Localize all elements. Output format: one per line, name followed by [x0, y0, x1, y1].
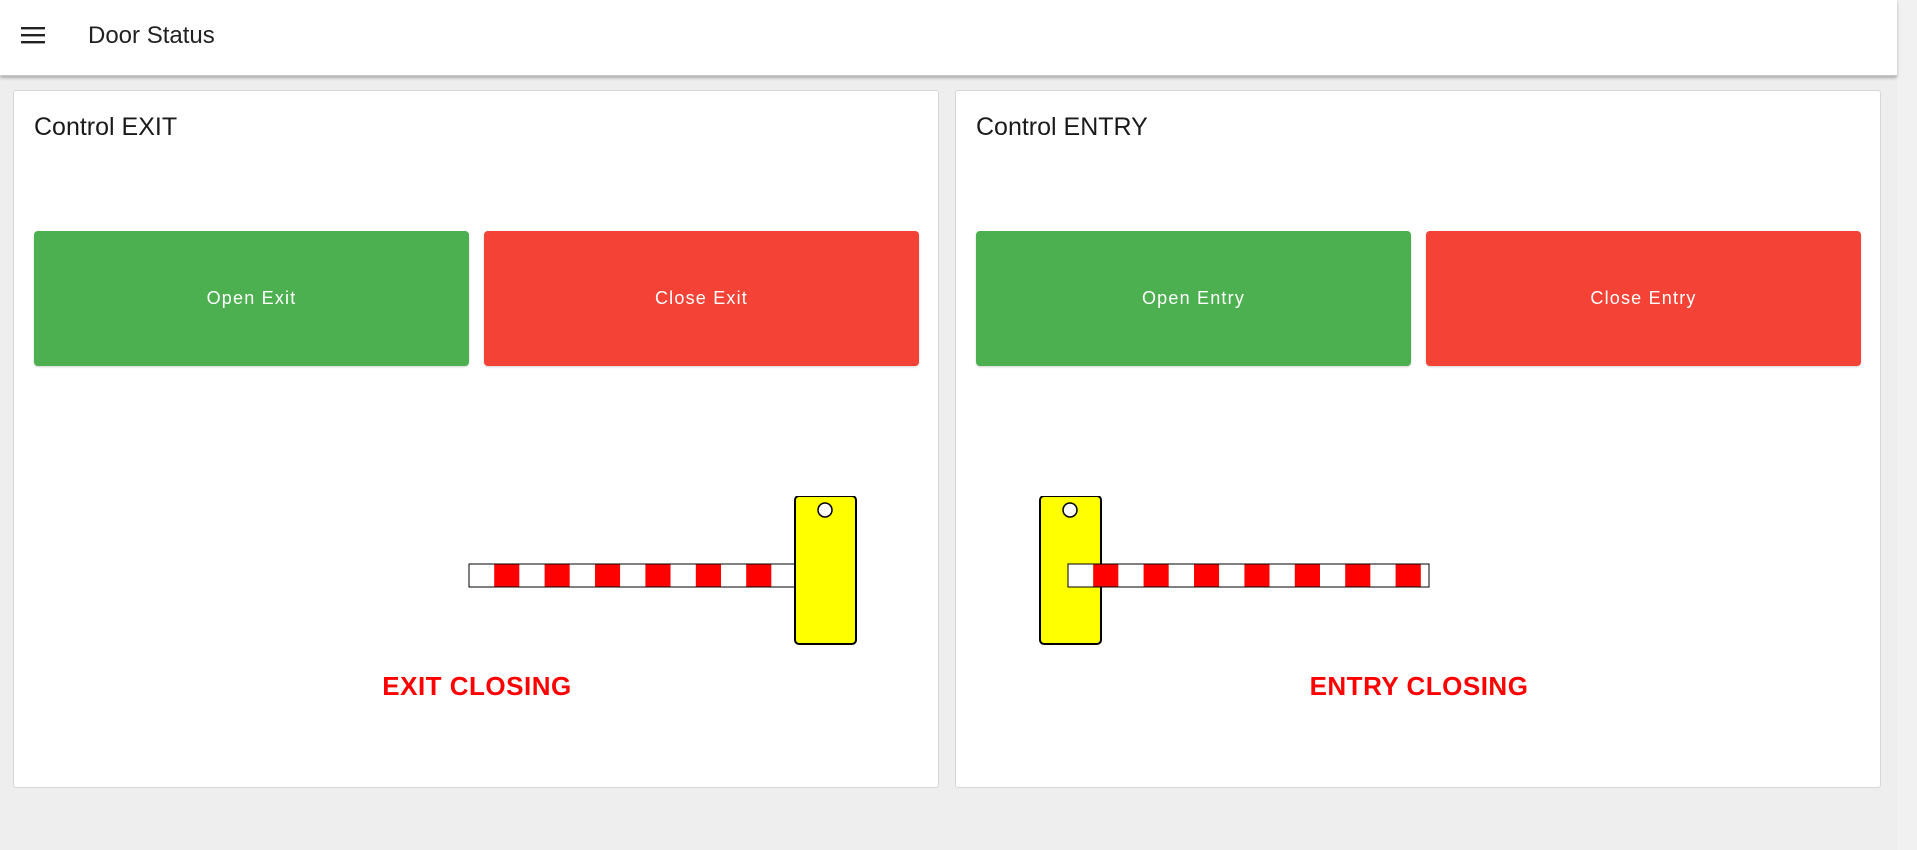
entry-arm-stripe [1093, 564, 1119, 587]
open-entry-button[interactable]: Open Entry [976, 231, 1411, 366]
entry-barrier-arm [1067, 563, 1430, 588]
entry-control-panel: Control ENTRY Open Entry Close Entry ENT… [955, 90, 1881, 788]
exit-arm-stripe [595, 564, 621, 587]
entry-arm-stripe [1168, 564, 1194, 587]
entry-arm-stripe [1219, 564, 1245, 587]
entry-status-label: ENTRY CLOSING [1309, 671, 1529, 701]
exit-arm-stripe [695, 564, 721, 587]
exit-barrier-pivot [817, 502, 833, 518]
exit-arm-stripe [620, 564, 646, 587]
entry-arm-stripe [1068, 564, 1094, 587]
exit-barrier-arm [468, 563, 832, 588]
page-scrollbar[interactable] [1897, 0, 1917, 850]
entry-arm-stripe [1143, 564, 1169, 587]
close-exit-button[interactable]: Close Exit [484, 231, 919, 366]
exit-panel-title: Control EXIT [34, 113, 178, 141]
page-title: Door Status [88, 22, 215, 49]
entry-arm-stripe [1345, 564, 1371, 587]
hamburger-menu-icon[interactable] [14, 19, 52, 51]
entry-arm-stripe [1244, 564, 1270, 587]
exit-arm-stripe [469, 564, 495, 587]
exit-barrier-graphic [468, 496, 857, 645]
exit-arm-stripe [645, 564, 671, 587]
exit-barrier-post [794, 496, 857, 645]
exit-arm-stripe [519, 564, 545, 587]
entry-arm-stripe [1320, 564, 1346, 587]
exit-status-label: EXIT CLOSING [382, 671, 572, 701]
entry-arm-stripe [1118, 564, 1144, 587]
app-bar: Door Status [0, 0, 1897, 76]
exit-arm-stripe [670, 564, 696, 587]
close-entry-button[interactable]: Close Entry [1426, 231, 1861, 366]
entry-arm-stripe [1194, 564, 1220, 587]
exit-barrier-gate [14, 496, 940, 656]
entry-barrier-gate [956, 496, 1882, 656]
entry-barrier-pivot [1062, 502, 1078, 518]
exit-arm-stripe [771, 564, 797, 587]
menu-icon-graphic [21, 27, 45, 44]
exit-arm-stripe [569, 564, 595, 587]
entry-barrier-graphic [1039, 496, 1430, 645]
exit-arm-stripe [746, 564, 772, 587]
entry-arm-stripe [1269, 564, 1295, 587]
entry-arm-stripe [1370, 564, 1396, 587]
exit-arm-stripe [544, 564, 570, 587]
open-exit-button[interactable]: Open Exit [34, 231, 469, 366]
exit-control-panel: Control EXIT Open Exit Close Exit EXIT C… [13, 90, 939, 788]
entry-arm-stripe [1395, 564, 1421, 587]
entry-arm-stripe [1294, 564, 1320, 587]
exit-arm-stripe [721, 564, 747, 587]
exit-arm-stripe [494, 564, 520, 587]
entry-panel-title: Control ENTRY [976, 113, 1148, 141]
